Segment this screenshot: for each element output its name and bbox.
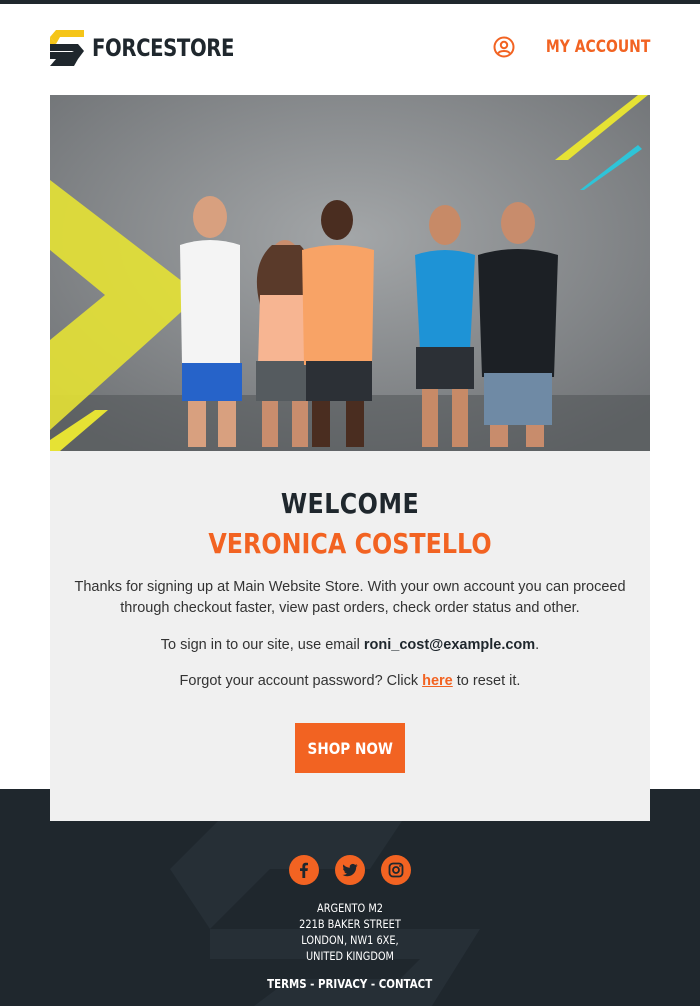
hero-image: [50, 95, 650, 451]
forgot-prefix: Forgot your account password? Click: [179, 673, 423, 689]
welcome-panel: WELCOME VERONICA COSTELLO Thanks for sig…: [50, 451, 650, 821]
login-email: roni_cost@example.com: [363, 637, 536, 653]
shop-now-button[interactable]: SHOP NOW: [295, 723, 405, 773]
user-circle-icon: [493, 36, 515, 58]
intro-text: Thanks for signing up at Main Website St…: [74, 579, 626, 616]
customer-name: VERONICA COSTELLO: [208, 527, 492, 560]
my-account-link[interactable]: MY ACCOUNT: [493, 36, 650, 58]
facebook-icon: [300, 862, 308, 878]
athletes-photo: [50, 95, 650, 451]
twitter-link[interactable]: [335, 855, 365, 885]
instagram-icon: [388, 862, 404, 878]
signin-text: To sign in to our site, use email roni_c…: [70, 635, 630, 656]
email-header: FORCESTORE MY ACCOUNT: [50, 28, 650, 68]
twitter-icon: [342, 863, 358, 877]
address-line: ARGENTO M2: [317, 901, 383, 915]
reset-password-link[interactable]: here: [422, 673, 453, 689]
link-separator: -: [367, 976, 380, 991]
link-separator: -: [306, 976, 319, 991]
shop-now-label: SHOP NOW: [307, 738, 393, 758]
privacy-link[interactable]: PRIVACY: [318, 976, 367, 991]
forgot-password-text: Forgot your account password? Click here…: [70, 671, 630, 692]
signin-prefix: To sign in to our site, use email: [160, 637, 364, 653]
contact-link[interactable]: CONTACT: [379, 976, 432, 991]
terms-link[interactable]: TERMS: [267, 976, 306, 991]
footer: [0, 789, 700, 1006]
my-account-label: MY ACCOUNT: [545, 37, 650, 57]
instagram-link[interactable]: [381, 855, 411, 885]
brand-logo[interactable]: FORCESTORE: [50, 28, 265, 68]
signin-suffix: .: [535, 637, 540, 653]
address-line: LONDON, NW1 6XE,: [301, 933, 399, 947]
address-line: UNITED KINGDOM: [306, 949, 394, 963]
forcestore-logo-icon: [50, 30, 84, 66]
address-line: 221B BAKER STREET: [299, 917, 401, 931]
facebook-link[interactable]: [289, 855, 319, 885]
forgot-suffix: to reset it.: [452, 673, 521, 689]
top-border: [0, 0, 700, 4]
store-address: ARGENTO M2 221B BAKER STREET LONDON, NW1…: [0, 900, 700, 964]
welcome-heading: WELCOME: [280, 487, 420, 520]
brand-name: FORCESTORE: [92, 34, 235, 62]
social-links: [0, 855, 700, 885]
footer-links: TERMS - PRIVACY - CONTACT: [0, 976, 700, 991]
